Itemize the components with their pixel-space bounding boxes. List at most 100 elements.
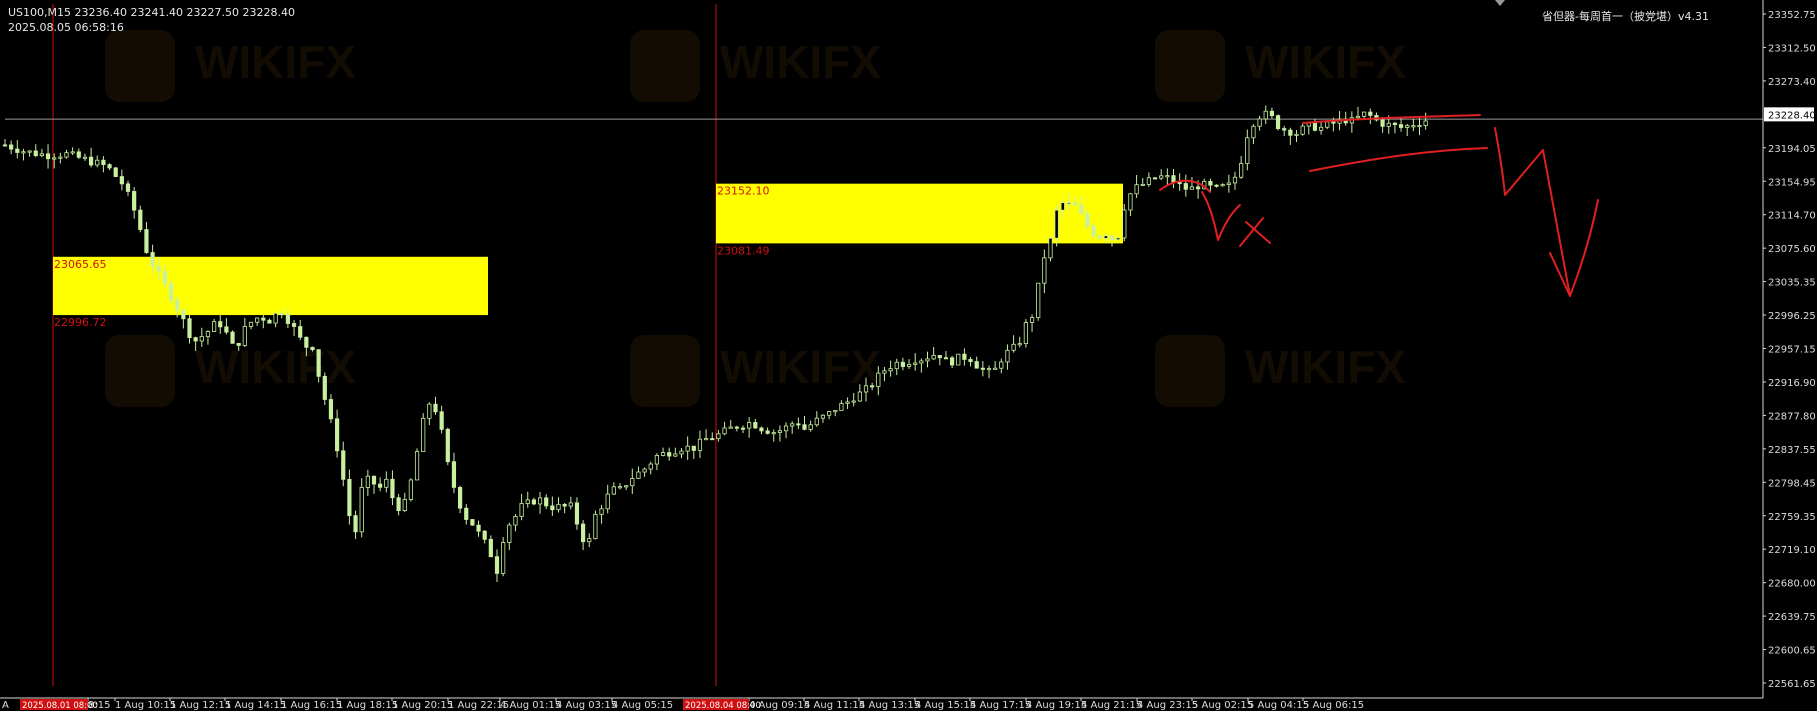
candle bbox=[451, 452, 457, 494]
candle bbox=[328, 394, 334, 424]
candle-body bbox=[255, 317, 260, 323]
candle bbox=[359, 478, 364, 538]
candle-body bbox=[931, 355, 936, 360]
candle-body bbox=[1282, 128, 1287, 131]
candle-body bbox=[1079, 204, 1084, 215]
candle bbox=[568, 496, 573, 510]
watermark-4: WIKIFX bbox=[630, 335, 881, 407]
candle bbox=[1011, 335, 1016, 353]
y-tick-label: 22996.25 bbox=[1768, 311, 1816, 322]
candle-body bbox=[132, 191, 137, 211]
candle-body bbox=[1011, 343, 1016, 351]
candle-body bbox=[353, 515, 358, 533]
candle bbox=[980, 361, 985, 377]
candle-body bbox=[285, 313, 291, 324]
candle-body bbox=[476, 524, 481, 532]
candle-body bbox=[1122, 209, 1127, 239]
candle-body bbox=[710, 438, 715, 441]
candle-body bbox=[9, 144, 14, 150]
chart-shift-handle[interactable] bbox=[1495, 0, 1505, 6]
candle-body bbox=[76, 151, 81, 158]
candle bbox=[408, 478, 414, 502]
candle bbox=[882, 366, 887, 382]
candle bbox=[70, 147, 75, 156]
candle bbox=[353, 510, 358, 539]
candle bbox=[648, 461, 653, 475]
candle-body bbox=[525, 499, 530, 504]
x-tick-label: 4 Aug 17:15 bbox=[970, 700, 1031, 711]
candle-body bbox=[507, 524, 512, 543]
candle bbox=[1423, 112, 1428, 130]
watermark-text: WIKIFX bbox=[720, 36, 881, 88]
y-tick-label: 22600.65 bbox=[1768, 646, 1816, 657]
candle-body bbox=[894, 361, 899, 370]
candle bbox=[894, 358, 899, 376]
candle-body bbox=[1048, 237, 1053, 259]
candle bbox=[402, 492, 407, 513]
candle-body bbox=[1023, 322, 1028, 344]
candle-body bbox=[1288, 129, 1293, 136]
separator-date-label: 2025.08.04 08:00 bbox=[685, 701, 761, 711]
candle bbox=[1165, 168, 1170, 185]
price-chart[interactable]: WIKIFX WIKIFX WIKIFX WIKIFX WIKIFX WIKIFX 230… bbox=[0, 0, 1817, 711]
candle-body bbox=[1128, 193, 1133, 211]
candle bbox=[827, 410, 832, 420]
candle-body bbox=[445, 428, 450, 463]
candle-body bbox=[691, 445, 696, 451]
candle bbox=[765, 427, 770, 435]
candle bbox=[27, 150, 32, 157]
candle bbox=[1294, 130, 1299, 142]
x-tick-label: 1 Aug 20:15 bbox=[392, 700, 453, 711]
candle bbox=[642, 467, 647, 477]
candle bbox=[728, 419, 733, 429]
candle bbox=[777, 425, 783, 442]
candle bbox=[1214, 184, 1219, 188]
candle bbox=[494, 549, 500, 583]
watermark-5: WIKIFX bbox=[1155, 335, 1406, 407]
symbol-ohlc: US100,M15 23236.40 23241.40 23227.50 232… bbox=[8, 6, 295, 19]
candle bbox=[1251, 124, 1256, 145]
candle bbox=[913, 353, 918, 371]
candle-body bbox=[1140, 183, 1145, 186]
candle-body bbox=[113, 167, 118, 177]
candle-body bbox=[747, 422, 752, 429]
candle-body bbox=[537, 497, 543, 505]
candle-body bbox=[1017, 343, 1022, 346]
candle bbox=[814, 411, 819, 427]
candle bbox=[1189, 176, 1195, 190]
candle-body bbox=[599, 508, 604, 515]
candle bbox=[716, 430, 721, 442]
candle bbox=[371, 475, 377, 494]
candle-body bbox=[1275, 115, 1281, 129]
candle-body bbox=[993, 367, 998, 370]
candle bbox=[334, 409, 340, 458]
y-tick-label: 23035.35 bbox=[1768, 278, 1816, 289]
candle-body bbox=[125, 183, 131, 192]
candle-body bbox=[685, 445, 690, 452]
candle-body bbox=[414, 451, 420, 481]
candle-body bbox=[334, 418, 340, 452]
candle-body bbox=[107, 164, 112, 169]
candle-body bbox=[1116, 237, 1121, 241]
x-tick-label: 1 Aug 10:15 bbox=[115, 700, 176, 711]
candle bbox=[1036, 282, 1041, 321]
y-tick-label: 22639.75 bbox=[1768, 612, 1816, 623]
candle-body bbox=[1325, 121, 1330, 128]
candle-body bbox=[1331, 121, 1336, 124]
candle-body bbox=[1300, 125, 1305, 135]
candle-body bbox=[1392, 122, 1397, 126]
candle-body bbox=[1398, 124, 1404, 128]
candle bbox=[962, 348, 967, 366]
candle-body bbox=[433, 403, 438, 413]
candle-body bbox=[888, 368, 893, 372]
candle-body bbox=[716, 433, 721, 440]
candle bbox=[476, 520, 481, 537]
candle-body bbox=[513, 515, 518, 526]
candle-body bbox=[193, 337, 198, 342]
candle-body bbox=[347, 478, 352, 517]
x-tick-label: 1 Aug 16:15 bbox=[281, 700, 342, 711]
candle bbox=[734, 425, 739, 432]
x-tick-label: 1 Aug 12:15 bbox=[170, 700, 231, 711]
candle bbox=[433, 396, 438, 415]
candle bbox=[187, 315, 192, 344]
